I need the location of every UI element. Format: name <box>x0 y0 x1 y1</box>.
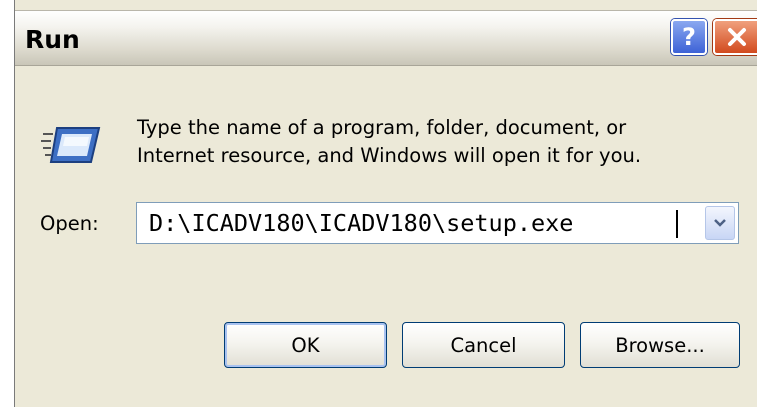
close-button[interactable] <box>713 19 757 55</box>
open-input[interactable]: D:\ICADV180\ICADV180\setup.exe <box>149 209 573 237</box>
dropdown-button[interactable] <box>705 206 735 240</box>
window-title: Run <box>25 25 80 54</box>
title-bar[interactable]: Run ? <box>15 10 757 66</box>
ok-button[interactable]: OK <box>224 322 387 368</box>
text-caret <box>676 210 678 238</box>
close-icon <box>727 28 746 46</box>
open-label: Open: <box>40 212 99 235</box>
run-dialog: Run ? Type the name of a program, folder… <box>14 0 757 407</box>
chevron-down-icon <box>714 219 726 227</box>
description-line-2: Internet resource, and Windows will open… <box>137 144 642 167</box>
help-button[interactable]: ? <box>671 19 707 55</box>
browse-button[interactable]: Browse... <box>580 322 740 368</box>
run-icon <box>41 127 101 163</box>
help-icon: ? <box>682 23 696 51</box>
open-combobox[interactable]: D:\ICADV180\ICADV180\setup.exe <box>136 202 739 244</box>
description-line-1: Type the name of a program, folder, docu… <box>137 116 627 139</box>
cancel-button[interactable]: Cancel <box>402 322 565 368</box>
description-text: Type the name of a program, folder, docu… <box>137 114 737 170</box>
